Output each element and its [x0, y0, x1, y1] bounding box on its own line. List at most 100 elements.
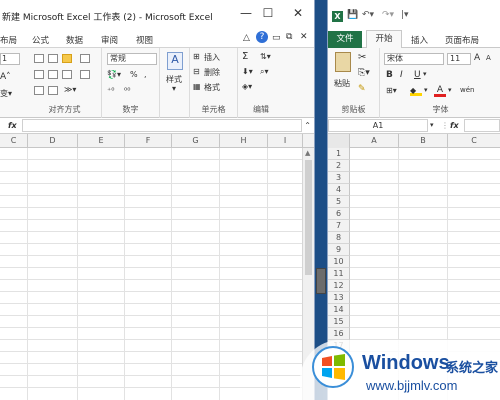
shrink-font-button[interactable]: A	[486, 54, 491, 62]
align-top-icon[interactable]	[34, 54, 44, 63]
name-box-dropdown-icon[interactable]: ▾	[430, 121, 434, 129]
row-header[interactable]: 2	[328, 160, 350, 172]
name-box[interactable]: A1	[328, 119, 428, 132]
align-middle-icon[interactable]	[48, 54, 58, 63]
grow-font-button[interactable]: A	[474, 53, 480, 63]
row-header[interactable]: 13	[328, 292, 350, 304]
borders-icon[interactable]: ⊞▾	[386, 86, 397, 95]
increase-indent-icon[interactable]	[48, 86, 58, 95]
align-center-icon[interactable]	[48, 70, 58, 79]
row-header[interactable]: 12	[328, 280, 350, 292]
tab-page-layout[interactable]: 布局	[0, 34, 17, 46]
cut-icon[interactable]: ✂	[358, 52, 366, 63]
maximize-button[interactable]: ☐	[258, 6, 278, 20]
title-bar-right[interactable]: X 💾 ↶▾ ↷▾ |▾	[328, 0, 500, 30]
row-header[interactable]: 16	[328, 328, 350, 340]
font-name-select[interactable]: 宋体	[384, 53, 444, 65]
tab-page-layout-right[interactable]: 页面布局	[445, 34, 479, 46]
styles-icon[interactable]: A	[167, 52, 183, 70]
row-header[interactable]: 4	[328, 184, 350, 196]
row-header[interactable]: 14	[328, 304, 350, 316]
row-header[interactable]: 11	[328, 268, 350, 280]
expand-formula-icon[interactable]: ⌃	[304, 121, 311, 130]
column-header[interactable]: F	[125, 134, 172, 148]
column-header[interactable]: A	[350, 134, 399, 148]
comma-button[interactable]: ,	[144, 70, 147, 79]
restore-icon[interactable]: ⧉	[286, 32, 292, 42]
column-header[interactable]: D	[28, 134, 78, 148]
help-icon[interactable]: ?	[256, 31, 268, 43]
undo-icon[interactable]: ↶▾	[362, 10, 374, 20]
delete-button[interactable]: 删除	[204, 67, 220, 78]
phonetic-icon[interactable]: 变▾	[0, 88, 12, 99]
percent-button[interactable]: %	[130, 70, 138, 79]
bold-button[interactable]: B	[386, 70, 393, 80]
column-header[interactable]: H	[220, 134, 268, 148]
tab-formulas[interactable]: 公式	[32, 34, 49, 46]
row-header[interactable]: 1	[328, 148, 350, 160]
find-select-icon[interactable]: ⌕▾	[260, 67, 269, 77]
font-color-dropdown-icon[interactable]: ▾	[448, 86, 452, 94]
italic-button[interactable]: I	[400, 70, 403, 80]
column-header[interactable]: E	[78, 134, 125, 148]
phonetic-guide-button[interactable]: wén	[460, 86, 474, 94]
format-button[interactable]: 格式	[204, 82, 220, 93]
row-header[interactable]: 8	[328, 232, 350, 244]
row-header[interactable]: 9	[328, 244, 350, 256]
tab-data[interactable]: 数据	[66, 34, 83, 46]
row-header[interactable]: 5	[328, 196, 350, 208]
underline-dropdown-icon[interactable]: ▾	[423, 70, 427, 78]
row-header[interactable]: 10	[328, 256, 350, 268]
close-workbook-icon[interactable]: ✕	[300, 32, 308, 42]
row-header[interactable]: 3	[328, 172, 350, 184]
window-minimize-icon[interactable]: ▭	[272, 33, 281, 43]
select-all-corner[interactable]	[328, 134, 350, 148]
font-color-button[interactable]: A	[434, 85, 446, 97]
collapse-ribbon-icon[interactable]: △	[243, 33, 250, 43]
align-left-icon[interactable]	[34, 70, 44, 79]
fill-color-icon[interactable]: ◆	[410, 86, 422, 96]
paste-button[interactable]: 粘贴	[334, 78, 350, 89]
close-button[interactable]: ✕	[288, 6, 308, 20]
format-painter-icon[interactable]: ✎	[358, 84, 366, 94]
scroll-up-icon[interactable]: ▲	[305, 149, 310, 157]
tab-view[interactable]: 视图	[136, 34, 153, 46]
customize-quick-access-icon[interactable]: |▾	[401, 10, 409, 20]
column-header[interactable]: C	[0, 134, 28, 148]
column-header[interactable]: G	[172, 134, 220, 148]
fill-color-dropdown-icon[interactable]: ▾	[424, 86, 428, 94]
row-header[interactable]: 15	[328, 316, 350, 328]
decrease-indent-icon[interactable]	[34, 86, 44, 95]
increase-decimal-icon[interactable]: ⁺⁰	[107, 86, 114, 95]
column-header[interactable]: I	[268, 134, 303, 148]
merge-center-icon[interactable]	[80, 70, 90, 79]
clear-icon[interactable]: ◈▾	[242, 82, 252, 91]
row-header[interactable]: 6	[328, 208, 350, 220]
number-format-select[interactable]: 常规	[107, 53, 157, 65]
paste-icon[interactable]	[335, 52, 351, 72]
copy-icon[interactable]: ⎘▾	[358, 68, 370, 78]
decrease-decimal-icon[interactable]: ⁰⁰	[124, 86, 130, 95]
tab-home[interactable]: 开始	[366, 30, 402, 49]
title-bar[interactable]: 新建 Microsoft Excel 工作表 (2) - Microsoft E…	[0, 0, 314, 30]
insert-button[interactable]: 插入	[204, 52, 220, 63]
autosum-button[interactable]: Σ	[242, 51, 248, 62]
tab-review[interactable]: 审阅	[101, 34, 118, 46]
save-icon[interactable]: 💾	[347, 10, 358, 20]
font-size-select[interactable]: 11	[447, 53, 471, 65]
styles-dropdown-icon[interactable]: ▾	[172, 84, 176, 93]
minimize-button[interactable]: —	[236, 6, 256, 20]
formula-fx-icon-right[interactable]: fx	[450, 121, 459, 130]
align-bottom-icon[interactable]	[62, 54, 72, 63]
formula-input[interactable]	[22, 119, 302, 132]
font-grow-icon[interactable]: A˄	[0, 72, 11, 82]
column-header[interactable]: B	[399, 134, 448, 148]
font-size-input[interactable]: 1	[0, 53, 20, 65]
align-right-icon[interactable]	[62, 70, 72, 79]
wrap-text-icon[interactable]	[80, 54, 90, 63]
underline-button[interactable]: U	[414, 70, 421, 80]
formula-fx-icon[interactable]: fx	[8, 121, 17, 130]
worksheet-grid[interactable]	[0, 148, 314, 400]
fill-icon[interactable]: ⬇▾	[242, 67, 253, 76]
row-header[interactable]: 7	[328, 220, 350, 232]
